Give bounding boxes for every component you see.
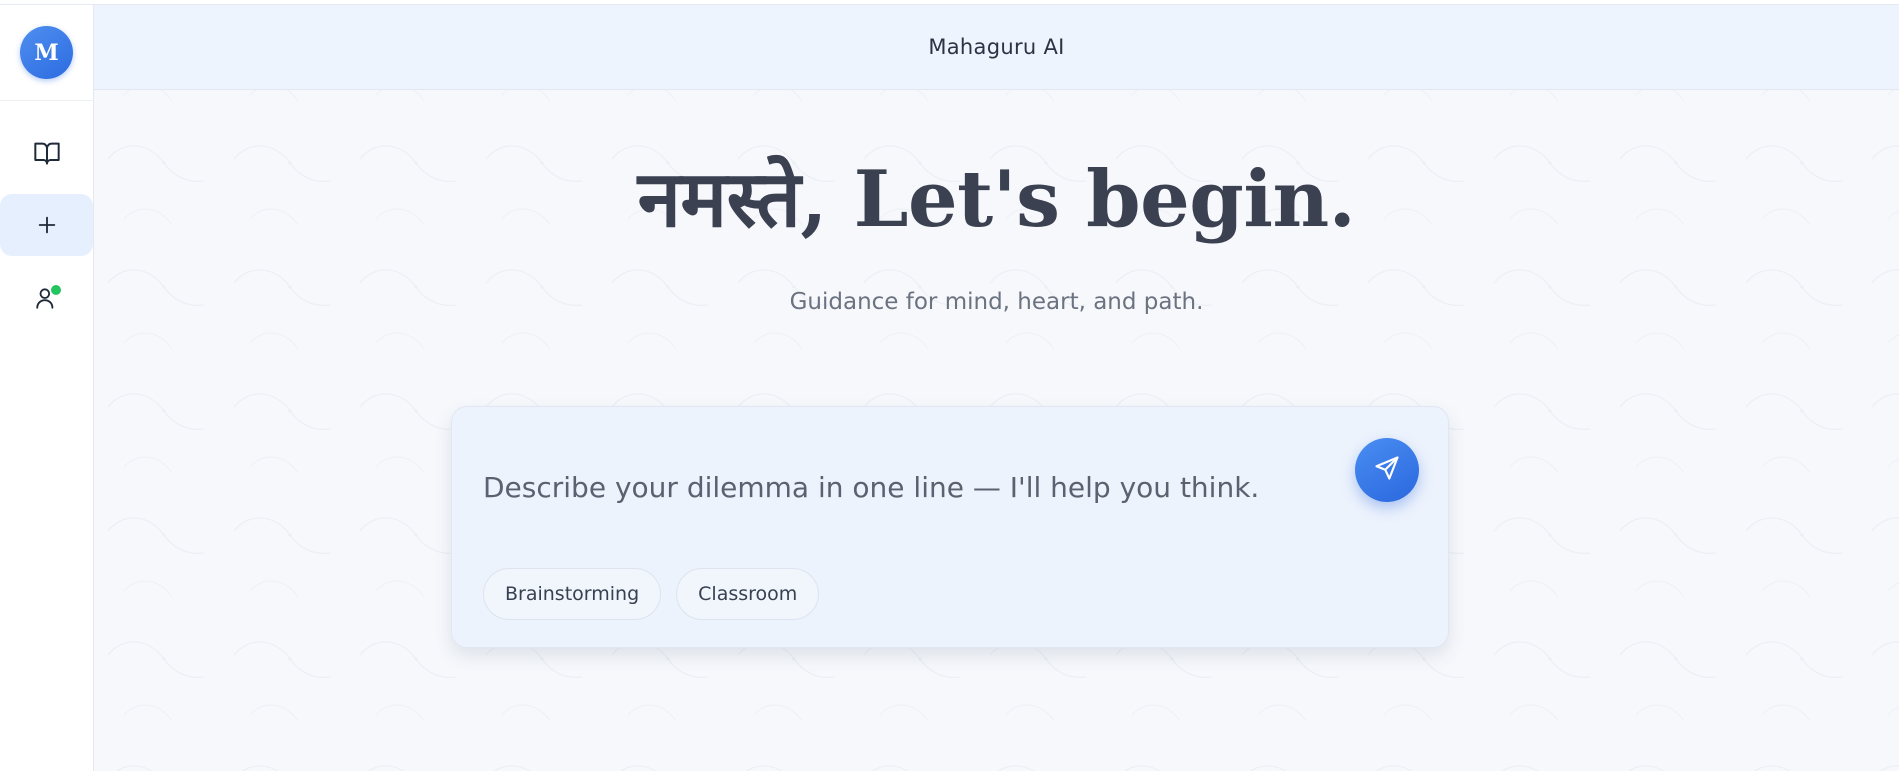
dilemma-input[interactable] [483, 467, 1303, 507]
sidebar-item-library[interactable] [0, 122, 93, 184]
sidebar: M [0, 5, 94, 771]
chip-classroom[interactable]: Classroom [676, 568, 820, 620]
main-area: Mahaguru AI नमस्ते, Let's begin. Guidanc… [94, 5, 1899, 771]
app-header: Mahaguru AI [94, 5, 1899, 90]
chip-brainstorming[interactable]: Brainstorming [483, 568, 662, 620]
hero-greeting: नमस्ते, Let's begin. [637, 154, 1356, 245]
sidebar-item-new-chat[interactable] [0, 194, 93, 256]
send-button[interactable] [1355, 438, 1419, 502]
background-pattern [94, 90, 1899, 771]
open-book-icon [33, 139, 61, 167]
paper-plane-icon [1373, 454, 1401, 487]
composer-card: Brainstorming Classroom [451, 406, 1449, 648]
logo-letter: M [34, 39, 59, 66]
app-logo[interactable]: M [20, 26, 73, 79]
app-title: Mahaguru AI [928, 35, 1065, 59]
sidebar-divider [0, 100, 94, 101]
plus-icon [36, 214, 58, 236]
hero-subtitle: Guidance for mind, heart, and path. [789, 289, 1204, 315]
online-status-indicator [51, 285, 61, 295]
sidebar-item-profile[interactable] [0, 267, 93, 329]
suggestion-chips: Brainstorming Classroom [483, 568, 820, 620]
